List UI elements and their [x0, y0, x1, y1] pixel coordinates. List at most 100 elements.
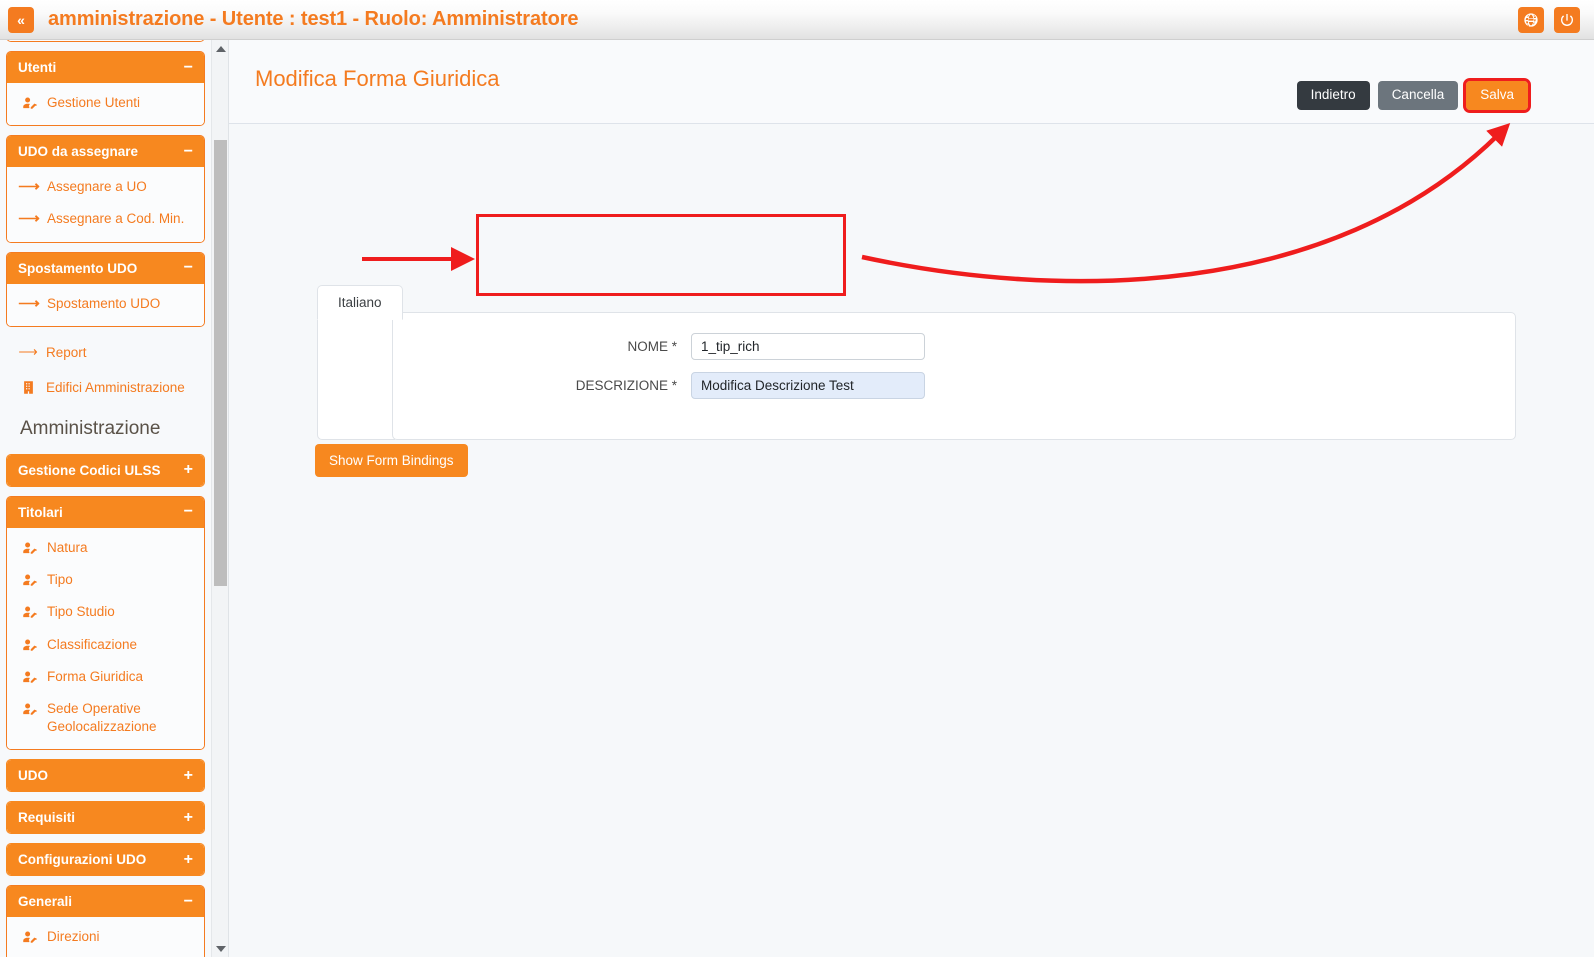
- sidebar-group-label: Gestione Codici ULSS: [18, 463, 161, 478]
- sidebar-group-header-spostamento-udo[interactable]: Spostamento UDO −: [7, 253, 204, 284]
- sidebar-group-body: Natura Tipo Tipo Studio: [7, 528, 204, 750]
- sidebar-item-label: Assegnare a UO: [47, 178, 147, 196]
- sidebar-group-label: Generali: [18, 894, 72, 909]
- scrollbar-up-button[interactable]: [212, 40, 229, 57]
- globe-icon: [1523, 12, 1539, 28]
- sidebar-item-label: Forma Giuridica: [47, 668, 143, 686]
- expand-toggle-icon[interactable]: +: [184, 465, 193, 475]
- scrollbar-down-button[interactable]: [212, 940, 229, 957]
- sidebar-group-utenti: Utenti − Gestione Utenti: [6, 51, 205, 126]
- arrow-right-icon: ⟶: [18, 344, 38, 361]
- page-header: Modifica Forma Giuridica Indietro Cancel…: [229, 40, 1594, 124]
- sidebar-item-label: Edifici Amministrazione: [46, 380, 185, 395]
- sidebar-item-label: Classificazione: [47, 636, 137, 654]
- main-content-area: Modifica Forma Giuridica Indietro Cancel…: [229, 40, 1594, 957]
- sidebar-group-body: Gestione Utenti: [7, 83, 204, 125]
- expand-toggle-icon[interactable]: +: [184, 771, 193, 781]
- sidebar-group-header-udo[interactable]: UDO +: [7, 760, 204, 791]
- sidebar-item-sede-operative-geolocalizzazione[interactable]: Sede Operative Geolocalizzazione: [7, 693, 204, 743]
- sidebar-group-header-generali[interactable]: Generali −: [7, 886, 204, 917]
- sidebar-group-header-gestione-codici-ulss[interactable]: Gestione Codici ULSS +: [7, 455, 204, 486]
- sidebar-group-body: ⟶ Spostamento UDO: [7, 284, 204, 326]
- logout-button[interactable]: [1554, 7, 1580, 33]
- sidebar-item-label: Sede Operative Geolocalizzazione: [47, 700, 194, 736]
- sidebar-item-gestione-utenti[interactable]: Gestione Utenti: [7, 87, 204, 119]
- language-button[interactable]: [1518, 7, 1544, 33]
- sidebar-item-classificazione[interactable]: Classificazione: [7, 629, 204, 661]
- descrizione-input[interactable]: [691, 372, 925, 399]
- sidebar-item-direzioni[interactable]: Direzioni: [7, 921, 204, 953]
- sidebar-item-label: Report: [46, 345, 87, 360]
- collapse-toggle-icon[interactable]: −: [184, 147, 193, 157]
- sidebar-group-udo-da-assegnare: UDO da assegnare − ⟶ Assegnare a UO ⟶ As…: [6, 135, 205, 242]
- sidebar-divider: [228, 40, 229, 957]
- collapse-toggle-icon[interactable]: −: [184, 63, 193, 73]
- sidebar-item-label: Gestione Utenti: [47, 94, 140, 112]
- sidebar-section-title: Amministrazione: [6, 406, 205, 454]
- user-edit-icon: [19, 571, 39, 588]
- sidebar-group-header-titolari[interactable]: Titolari −: [7, 497, 204, 528]
- form-content-area: Italiano NOME * DESCRIZIONE * Show Form …: [229, 124, 1594, 957]
- sidebar-group-body: ⟶ Assegnare a UO ⟶ Assegnare a Cod. Min.: [7, 167, 204, 241]
- sidebar-group-header-utenti[interactable]: Utenti −: [7, 52, 204, 83]
- user-edit-icon: [19, 603, 39, 620]
- sidebar-group-header-requisiti[interactable]: Requisiti +: [7, 802, 204, 833]
- scrollbar-thumb[interactable]: [214, 140, 227, 586]
- sidebar-group-spostamento-udo: Spostamento UDO − ⟶ Spostamento UDO: [6, 252, 205, 327]
- expand-toggle-icon[interactable]: +: [184, 855, 193, 865]
- label-nome: NOME *: [549, 339, 691, 354]
- sidebar-item-label: Tipo: [47, 571, 73, 589]
- collapse-toggle-icon[interactable]: −: [184, 897, 193, 907]
- sidebar-scroll-content: Utenti − Gestione Utenti UDO da assegnar…: [6, 40, 205, 957]
- sidebar-item-label: Direzioni: [47, 928, 100, 946]
- save-button[interactable]: Salva: [1466, 81, 1528, 110]
- sidebar-item-label: Natura: [47, 539, 88, 557]
- nome-input[interactable]: [691, 333, 925, 360]
- power-icon: [1559, 12, 1575, 28]
- tab-italiano[interactable]: Italiano: [317, 285, 403, 320]
- arrow-right-icon: ⟶: [19, 210, 39, 227]
- language-tabs: Italiano: [317, 285, 403, 320]
- user-edit-icon: [19, 700, 39, 717]
- sidebar-item-tipo-studio[interactable]: Tipo Studio: [7, 596, 204, 628]
- tab-panel-left-cap: [317, 312, 395, 440]
- sidebar-item-report[interactable]: ⟶ Report: [6, 336, 205, 369]
- sidebar-item-natura[interactable]: Natura: [7, 532, 204, 564]
- sidebar-item-label: Assegnare a Cod. Min.: [47, 210, 184, 228]
- sidebar-scrollbar[interactable]: [211, 40, 228, 957]
- sidebar-group-label: UDO da assegnare: [18, 144, 138, 159]
- sidebar-group-header-configurazioni-udo[interactable]: Configurazioni UDO +: [7, 844, 204, 875]
- sidebar-group-gestione-codici-ulss: Gestione Codici ULSS +: [6, 454, 205, 487]
- arrow-right-icon: ⟶: [19, 178, 39, 195]
- back-button[interactable]: Indietro: [1297, 81, 1370, 110]
- double-chevron-left-icon: «: [17, 12, 25, 28]
- sidebar-group-udo: UDO +: [6, 759, 205, 792]
- sidebar-group-header-udo-da-assegnare[interactable]: UDO da assegnare −: [7, 136, 204, 167]
- form-row-descrizione: DESCRIZIONE *: [549, 372, 925, 399]
- sidebar-group-body: Direzioni: [7, 917, 204, 957]
- sidebar-group-titolari: Titolari − Natura Tipo: [6, 496, 205, 751]
- sidebar-item-tipo[interactable]: Tipo: [7, 564, 204, 596]
- header-actions: [1518, 7, 1580, 33]
- collapse-toggle-icon[interactable]: −: [184, 507, 193, 517]
- cancel-button[interactable]: Cancella: [1378, 81, 1459, 110]
- building-icon: [18, 379, 38, 396]
- collapse-toggle-icon[interactable]: −: [184, 263, 193, 273]
- sidebar-item-edifici-amministrazione[interactable]: Edifici Amministrazione: [6, 371, 205, 404]
- sidebar-collapse-button[interactable]: «: [8, 7, 34, 33]
- sidebar-item-assegnare-a-cod-min[interactable]: ⟶ Assegnare a Cod. Min.: [7, 203, 204, 235]
- form-row-nome: NOME *: [549, 333, 925, 360]
- sidebar-group-generali: Generali − Direzioni: [6, 885, 205, 957]
- sidebar-group-label: Requisiti: [18, 810, 75, 825]
- sidebar-item-forma-giuridica[interactable]: Forma Giuridica: [7, 661, 204, 693]
- sidebar-item-assegnare-a-uo[interactable]: ⟶ Assegnare a UO: [7, 171, 204, 203]
- show-form-bindings-button[interactable]: Show Form Bindings: [315, 444, 468, 477]
- sidebar-group-requisiti: Requisiti +: [6, 801, 205, 834]
- page-action-buttons: Indietro Cancella Salva: [1297, 81, 1528, 110]
- sidebar-group-configurazioni-udo: Configurazioni UDO +: [6, 843, 205, 876]
- sidebar-item-spostamento-udo[interactable]: ⟶ Spostamento UDO: [7, 288, 204, 320]
- sidebar-group-partial-above: [6, 40, 205, 42]
- user-edit-icon: [19, 539, 39, 556]
- sidebar-group-label: Utenti: [18, 60, 56, 75]
- expand-toggle-icon[interactable]: +: [184, 813, 193, 823]
